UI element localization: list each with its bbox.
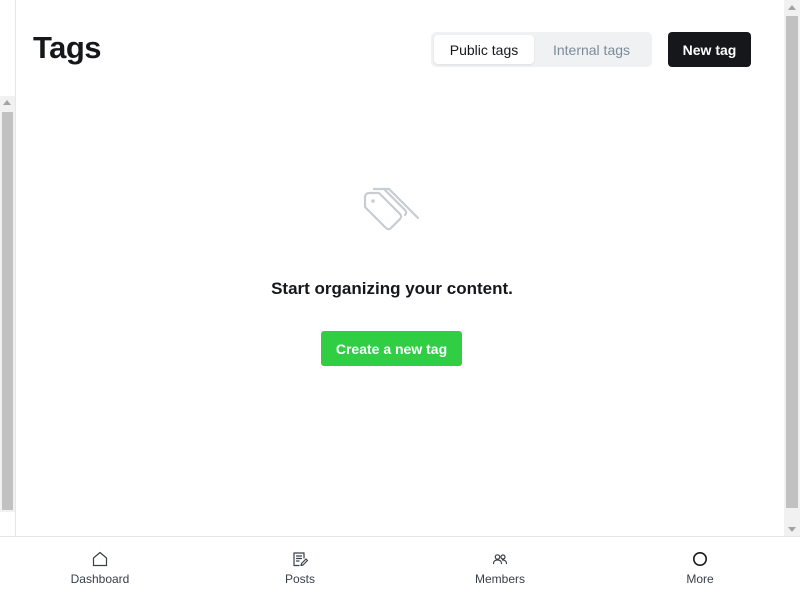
- tab-public-tags[interactable]: Public tags: [434, 35, 534, 64]
- left-scrollbar-thumb[interactable]: [2, 112, 13, 510]
- page-title: Tags: [33, 30, 102, 65]
- empty-state-message: Start organizing your content.: [271, 279, 513, 298]
- tab-internal-tags[interactable]: Internal tags: [534, 35, 649, 64]
- edit-icon: [293, 552, 309, 567]
- tag-icon: [363, 187, 420, 231]
- nav-item-dashboard[interactable]: Dashboard: [0, 537, 200, 600]
- right-scrollbar-thumb[interactable]: [786, 16, 798, 508]
- nav-label-dashboard: Dashboard: [70, 572, 130, 586]
- nav-label-more: More: [686, 572, 714, 586]
- scroll-up-arrow-icon[interactable]: [788, 5, 796, 10]
- scroll-down-arrow-icon[interactable]: [788, 527, 796, 532]
- nav-label-posts: Posts: [284, 572, 315, 586]
- left-scrollbar[interactable]: [0, 96, 15, 512]
- home-icon: [92, 551, 108, 567]
- new-tag-button[interactable]: New tag: [668, 32, 751, 67]
- nav-item-members[interactable]: Members: [400, 537, 600, 600]
- content-divider: [15, 0, 16, 536]
- right-scrollbar[interactable]: [784, 0, 800, 536]
- scroll-up-arrow-icon[interactable]: [3, 100, 11, 105]
- nav-item-more[interactable]: More: [600, 537, 800, 600]
- members-icon: [492, 554, 508, 565]
- nav-label-members: Members: [474, 572, 525, 586]
- nav-item-posts[interactable]: Posts: [200, 537, 400, 600]
- tag-type-toggle: Public tags Internal tags: [431, 32, 652, 67]
- bottom-navigation: Dashboard Posts Members More: [0, 536, 800, 600]
- create-new-tag-button[interactable]: Create a new tag: [321, 331, 462, 366]
- circle-icon: [693, 552, 707, 566]
